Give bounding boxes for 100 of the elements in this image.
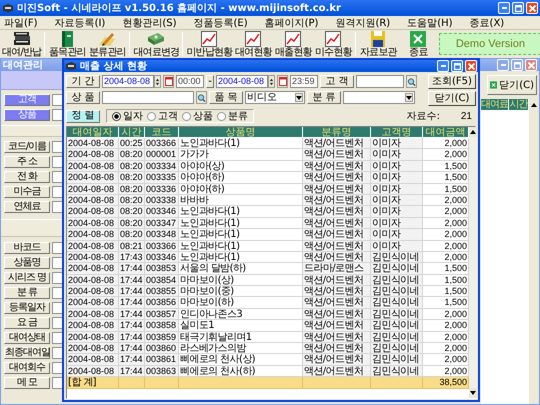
scrollbar[interactable] bbox=[469, 127, 477, 398]
time-field[interactable]: 23:59 bbox=[290, 75, 318, 88]
table-cell: 삐에로의 천사(하) bbox=[179, 366, 303, 378]
toolbar-button[interactable]: 미수현황 bbox=[314, 30, 352, 58]
date-field[interactable]: 2004-08-08 bbox=[102, 75, 154, 88]
customer-field[interactable] bbox=[356, 75, 404, 88]
search-button[interactable] bbox=[196, 91, 207, 104]
field-label-button[interactable]: 코드/이름 bbox=[4, 141, 50, 153]
item-button[interactable]: 품 목 bbox=[209, 91, 243, 104]
field-label-button[interactable]: 대여회수 bbox=[4, 362, 50, 374]
input-field[interactable] bbox=[52, 186, 63, 198]
maximize-button[interactable] bbox=[451, 60, 463, 72]
input-field[interactable] bbox=[52, 347, 63, 359]
radio-button[interactable] bbox=[147, 112, 156, 120]
time-field[interactable]: 00:00 bbox=[176, 75, 204, 88]
spinner[interactable] bbox=[268, 75, 275, 88]
range-button[interactable]: - bbox=[206, 75, 214, 88]
scroll-up-icon[interactable] bbox=[469, 128, 477, 136]
toolbar-button[interactable]: 대여현황 bbox=[234, 30, 272, 58]
input-field[interactable] bbox=[52, 317, 63, 329]
close-button[interactable]: 닫기(C) bbox=[428, 91, 476, 106]
calendar-button[interactable] bbox=[277, 75, 288, 88]
field-label-button[interactable]: 메 모 bbox=[4, 377, 50, 389]
radio-button[interactable] bbox=[112, 112, 121, 120]
input-field[interactable] bbox=[52, 156, 63, 168]
input-field[interactable] bbox=[52, 272, 63, 284]
product-field[interactable] bbox=[102, 91, 194, 104]
toolbar-button[interactable]: 분류관리 bbox=[88, 30, 126, 58]
category-select[interactable] bbox=[343, 91, 415, 104]
radio-button[interactable] bbox=[182, 112, 191, 120]
field-label-button[interactable]: 바코드 bbox=[4, 242, 50, 254]
toolbar-button[interactable]: 자료보관 bbox=[359, 30, 398, 58]
sort-button[interactable]: 정 렬 bbox=[66, 110, 100, 122]
field-label-button[interactable]: 미수금 bbox=[4, 186, 50, 198]
table-cell: 17:44 bbox=[119, 297, 145, 309]
table-cell: 서울의 달밤(하) bbox=[179, 263, 303, 275]
toolbar-button[interactable]: 미반납현황 bbox=[186, 30, 232, 58]
input-field[interactable] bbox=[52, 201, 63, 213]
menu-item[interactable]: 도움말(H) bbox=[407, 16, 453, 30]
search-button[interactable] bbox=[406, 75, 417, 88]
field-label-button[interactable]: 요 금 bbox=[4, 317, 50, 329]
field-label-button[interactable]: 등록일자 bbox=[4, 302, 50, 314]
field-label-button[interactable]: 대여상태 bbox=[4, 332, 50, 344]
scroll-up-icon[interactable] bbox=[530, 100, 538, 108]
input-field[interactable] bbox=[52, 109, 63, 121]
radio-label[interactable]: 일자 bbox=[123, 109, 143, 123]
menu-item[interactable]: 원격지원(R) bbox=[335, 16, 390, 30]
input-field[interactable] bbox=[52, 242, 63, 254]
radio-label[interactable]: 고객 bbox=[158, 109, 178, 123]
menu-item[interactable]: 자료등록(I) bbox=[54, 16, 106, 30]
minimize-button[interactable] bbox=[498, 2, 510, 14]
close-button[interactable] bbox=[465, 60, 477, 72]
close-button[interactable]: 닫기(C) bbox=[487, 75, 537, 95]
menu-item[interactable]: 종료(X) bbox=[470, 16, 504, 30]
field-label-button[interactable]: 연체료 bbox=[4, 201, 50, 213]
toolbar-button[interactable]: 종료 bbox=[399, 30, 438, 58]
input-field[interactable] bbox=[52, 171, 63, 183]
minimize-button[interactable] bbox=[437, 60, 449, 72]
scroll-down-icon[interactable] bbox=[469, 389, 477, 397]
field-label-button[interactable]: 최종대여일 bbox=[4, 347, 50, 359]
toolbar-button[interactable]: 대여/반납 bbox=[2, 30, 42, 58]
radio-button[interactable] bbox=[217, 112, 226, 120]
radio-label[interactable]: 분류 bbox=[228, 109, 248, 123]
field-label-button[interactable]: 분 류 bbox=[4, 287, 50, 299]
period-button[interactable]: 기 간 bbox=[66, 75, 100, 88]
input-field[interactable] bbox=[52, 362, 63, 374]
customer-button[interactable]: 고 객 bbox=[320, 75, 354, 88]
menu-item[interactable]: 홈페이지(P) bbox=[264, 16, 318, 30]
radio-label[interactable]: 상품 bbox=[193, 109, 213, 123]
maximize-button[interactable] bbox=[512, 2, 524, 14]
table-cell: 2,000 bbox=[423, 149, 469, 161]
close-button[interactable] bbox=[526, 2, 538, 14]
menu-item[interactable]: 정품등록(E) bbox=[193, 16, 248, 30]
table-cell: 액션/어드벤처 bbox=[303, 366, 371, 378]
input-field[interactable] bbox=[52, 257, 63, 269]
toolbar-button[interactable]: 대여료변경 bbox=[133, 30, 180, 58]
lookup-button[interactable]: 고객 bbox=[4, 94, 50, 106]
category-button[interactable]: 분 류 bbox=[307, 91, 341, 104]
field-label-button[interactable]: 상품명 bbox=[4, 257, 50, 269]
close-icon bbox=[528, 62, 534, 68]
input-field[interactable] bbox=[52, 332, 63, 344]
input-field[interactable] bbox=[52, 141, 63, 153]
field-label-button[interactable]: 전 화 bbox=[4, 171, 50, 183]
item-select[interactable]: 비디오 bbox=[245, 91, 305, 104]
close-button[interactable] bbox=[525, 59, 537, 71]
input-field[interactable] bbox=[52, 377, 63, 389]
field-label-button[interactable]: 주 소 bbox=[4, 156, 50, 168]
field-label-button[interactable]: 시리즈 명 bbox=[4, 272, 50, 284]
toolbar-button[interactable]: 매출현황 bbox=[274, 30, 312, 58]
search-button[interactable]: 조회(F5) bbox=[428, 74, 476, 89]
product-button[interactable]: 상 품 bbox=[66, 91, 100, 104]
input-field[interactable] bbox=[52, 302, 63, 314]
input-field[interactable] bbox=[52, 287, 63, 299]
menu-item[interactable]: 현황관리(S) bbox=[122, 16, 176, 30]
input-field[interactable] bbox=[52, 94, 63, 106]
toolbar-button[interactable]: 품목관리 bbox=[48, 30, 86, 58]
date-field[interactable]: 2004-08-08 bbox=[216, 75, 268, 88]
spinner[interactable] bbox=[154, 75, 161, 88]
calendar-button[interactable] bbox=[163, 75, 174, 88]
menu-item[interactable]: 파일(F) bbox=[4, 16, 38, 30]
